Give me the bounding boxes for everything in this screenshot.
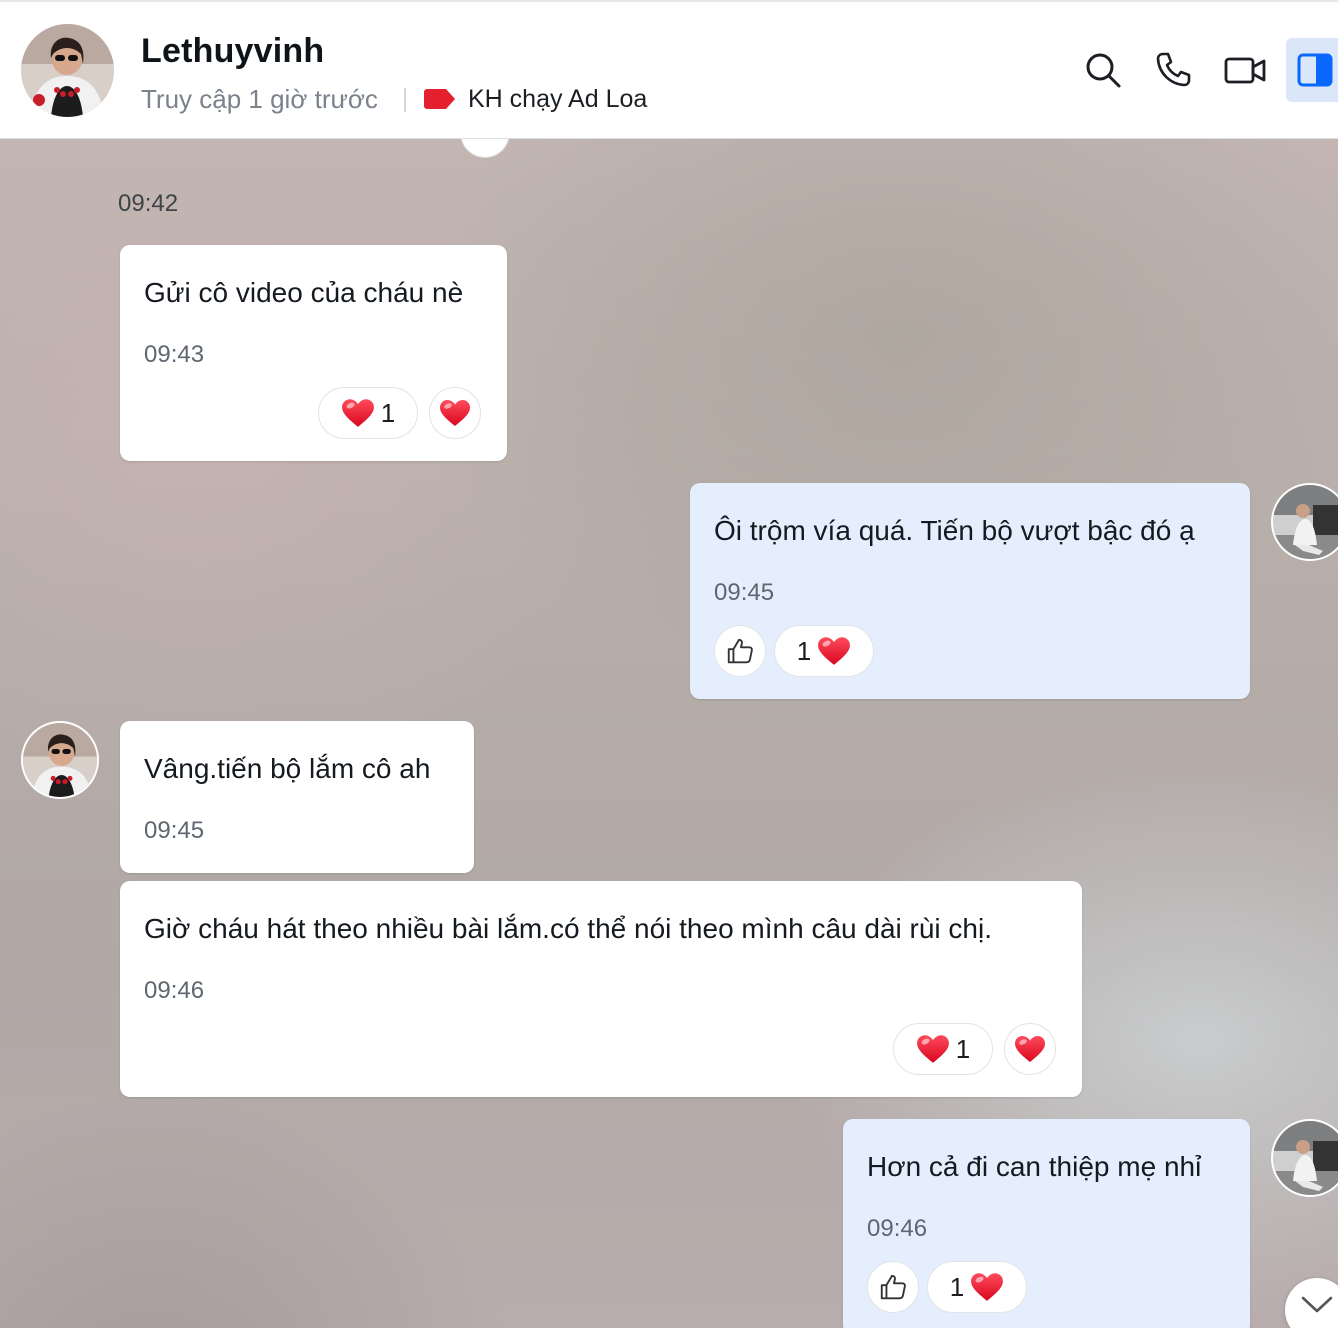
- header-divider: [404, 88, 406, 112]
- like-reaction-button[interactable]: [867, 1261, 919, 1313]
- message-bubble-own[interactable]: Ôi trộm vía quá. Tiến bộ vượt bậc đó ạ 0…: [690, 483, 1250, 699]
- contact-avatar-small[interactable]: [21, 721, 99, 799]
- message-bubble[interactable]: Vâng.tiến bộ lắm cô ah 09:45: [120, 721, 474, 873]
- heart-icon: [1014, 1035, 1046, 1063]
- message-bubble[interactable]: Gửi cô video của cháu nè 09:43 1: [120, 245, 507, 461]
- voice-call-button[interactable]: [1150, 45, 1196, 95]
- message-text: Ôi trộm vía quá. Tiến bộ vượt bậc đó ạ: [714, 515, 1195, 546]
- message-text: Gửi cô video của cháu nè: [144, 277, 464, 308]
- contact-avatar[interactable]: [21, 24, 114, 117]
- heart-icon: [817, 636, 851, 666]
- phone-icon: [1156, 52, 1191, 87]
- time-divider: 09:42: [118, 190, 179, 217]
- sidebar-toggle-icon: [1297, 53, 1333, 87]
- chevron-down-icon: [1301, 1296, 1333, 1313]
- reaction-count-pill[interactable]: 1: [318, 387, 418, 439]
- reaction-count-pill[interactable]: 1: [893, 1023, 993, 1075]
- heart-icon: [916, 1034, 950, 1064]
- heart-icon: [970, 1272, 1004, 1302]
- tag-icon: [424, 89, 455, 109]
- add-reaction-button[interactable]: [429, 387, 481, 439]
- reaction-count: 1: [796, 635, 812, 666]
- message-time: 09:46: [144, 977, 205, 1004]
- add-reaction-button[interactable]: [1004, 1023, 1056, 1075]
- like-reaction-button[interactable]: [714, 625, 766, 677]
- message-text: Hơn cả đi can thiệp mẹ nhỉ: [867, 1151, 1202, 1182]
- reaction-count: 1: [380, 397, 396, 428]
- chat-header: Lethuyvinh Truy cập 1 giờ trước KH chạy …: [0, 0, 1338, 139]
- message-bubble[interactable]: Giờ cháu hát theo nhiều bài lắm.có thể n…: [120, 881, 1082, 1097]
- reaction-count-pill[interactable]: 1: [774, 625, 874, 677]
- message-text: Vâng.tiến bộ lắm cô ah: [144, 753, 431, 784]
- search-button[interactable]: [1080, 45, 1126, 95]
- heart-icon: [439, 399, 471, 427]
- heart-icon: [341, 398, 375, 428]
- contact-name[interactable]: Lethuyvinh: [141, 32, 324, 71]
- like-icon: [878, 1272, 908, 1302]
- conversation-info-button[interactable]: [1286, 38, 1338, 102]
- message-time: 09:43: [144, 341, 205, 368]
- like-icon: [725, 636, 755, 666]
- reaction-count-pill[interactable]: 1: [927, 1261, 1027, 1313]
- message-time: 09:46: [867, 1215, 928, 1242]
- message-bubble-own[interactable]: Hơn cả đi can thiệp mẹ nhỉ 09:46 1: [843, 1119, 1250, 1328]
- video-call-button[interactable]: [1222, 45, 1268, 95]
- message-time: 09:45: [144, 817, 205, 844]
- message-text: Giờ cháu hát theo nhiều bài lắm.có thể n…: [144, 913, 992, 944]
- reaction-count: 1: [955, 1033, 971, 1064]
- message-time: 09:45: [714, 579, 775, 606]
- video-call-icon: [1224, 57, 1266, 84]
- contact-last-seen: Truy cập 1 giờ trước: [141, 84, 378, 114]
- search-icon: [1086, 53, 1121, 88]
- header-top-border: [0, 0, 1338, 2]
- reaction-count: 1: [949, 1271, 965, 1302]
- contact-tag-label[interactable]: KH chạy Ad Loa: [468, 85, 647, 114]
